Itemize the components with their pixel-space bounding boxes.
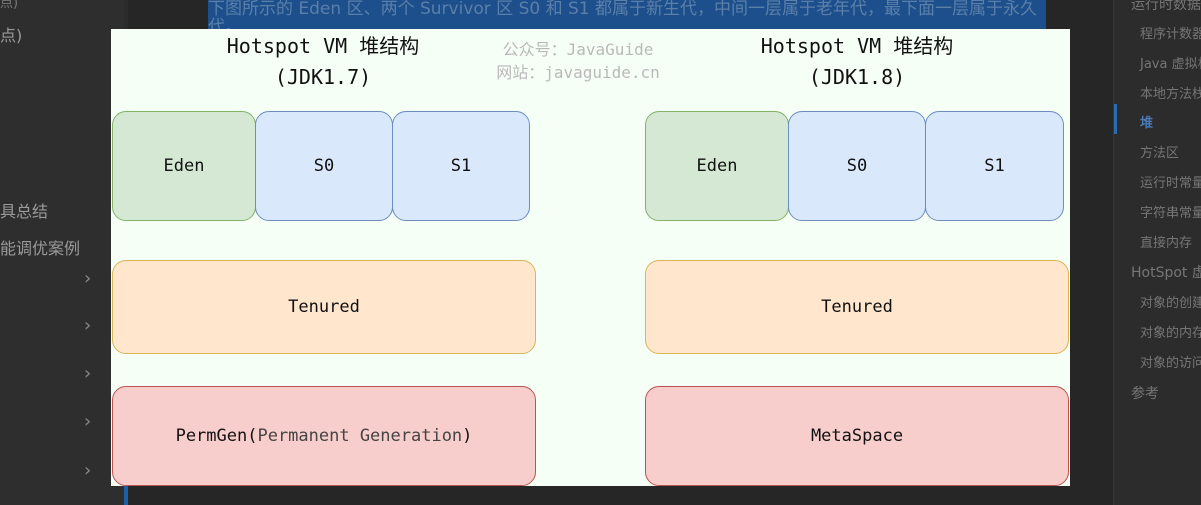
toc-item[interactable]: 字符串常量 [1140,202,1201,221]
toc-item[interactable]: 对象的内存 [1140,322,1201,341]
sidebar-item[interactable]: 能调优案例 [0,235,80,259]
s1-label: S1 [984,156,1005,176]
metaspace-box-jdk18: MetaSpace [645,386,1069,486]
watermark-line1: 公众号：JavaGuide [502,40,654,59]
toc-item[interactable]: Java 虚拟机 [1140,53,1201,72]
s1-box-jdk17: S1 [392,111,530,221]
sidebar-fragment: 点) [0,0,19,11]
eden-box-jdk17: Eden [112,111,256,221]
toc-item[interactable]: 程序计数器 [1140,23,1201,42]
s0-box-jdk18: S0 [788,111,926,221]
toc-item-active[interactable]: 堆 [1140,112,1153,131]
toc-item[interactable]: HotSpot 虚 [1131,262,1201,282]
left-title-line1: Hotspot VM 堆结构 [226,34,420,58]
left-title-line2: (JDK1.7) [274,65,372,89]
toc-item[interactable]: 参考 [1131,383,1159,403]
left-title: Hotspot VM 堆结构 (JDK1.7) [191,31,455,93]
toc-item[interactable]: 对象的访问 [1140,352,1201,371]
permgen-prefix: PermGen( [175,426,258,446]
right-title-line1: Hotspot VM 堆结构 [760,34,954,58]
chevron-right-icon[interactable]: › [84,268,91,289]
left-sidebar: 点) 点) 具总结 能调优案例 › › › › › [0,0,124,505]
eden-label: Eden [163,156,205,176]
watermark: 公众号：JavaGuide 网站：javaguide.cn [488,38,668,84]
eden-box-jdk18: Eden [645,111,789,221]
right-title: Hotspot VM 堆结构 (JDK1.8) [725,31,989,93]
toc-item[interactable]: 运行时数据 [1131,0,1201,14]
permgen-fullname: Permanent Generation [257,426,463,446]
toc-item[interactable]: 运行时常量 [1140,172,1201,191]
tenured-box-jdk18: Tenured [645,260,1069,354]
tenured-label: Tenured [821,297,893,317]
chevron-right-icon[interactable]: › [84,315,91,336]
table-of-contents: 运行时数据 程序计数器 Java 虚拟机 本地方法栈 堆 方法区 运行时常量 字… [1113,0,1201,505]
permgen-label: PermGen(Permanent Generation) [176,426,473,446]
chevron-right-icon[interactable]: › [84,460,91,481]
zoomed-image[interactable]: Hotspot VM 堆结构 (JDK1.7) Hotspot VM 堆结构 (… [111,29,1070,486]
watermark-line2: 网站：javaguide.cn [496,63,660,82]
toc-item[interactable]: 本地方法栈 [1140,83,1201,102]
permgen-suffix: ) [462,426,473,446]
s0-label: S0 [846,156,868,176]
toc-active-indicator [1114,104,1117,134]
chevron-right-icon[interactable]: › [84,411,91,432]
tenured-box-jdk17: Tenured [112,260,536,354]
toc-item[interactable]: 对象的创建 [1140,292,1201,311]
s0-label: S0 [313,156,335,176]
s0-box-jdk17: S0 [255,111,393,221]
eden-label: Eden [696,156,738,176]
right-title-line2: (JDK1.8) [808,65,906,89]
sidebar-item[interactable]: 具总结 [0,198,48,222]
toc-item[interactable]: 直接内存 [1140,232,1192,251]
chevron-right-icon[interactable]: › [84,363,91,384]
s1-box-jdk18: S1 [925,111,1064,221]
permgen-box-jdk17: PermGen(Permanent Generation) [112,386,536,486]
selected-paragraph: 下图所示的 Eden 区、两个 Survivor 区 S0 和 S1 都属于新生… [208,0,1046,30]
tenured-label: Tenured [288,297,360,317]
toc-item[interactable]: 方法区 [1140,142,1179,161]
sidebar-item[interactable]: 点) [0,22,22,46]
s1-label: S1 [450,156,472,176]
metaspace-label: MetaSpace [810,426,904,446]
